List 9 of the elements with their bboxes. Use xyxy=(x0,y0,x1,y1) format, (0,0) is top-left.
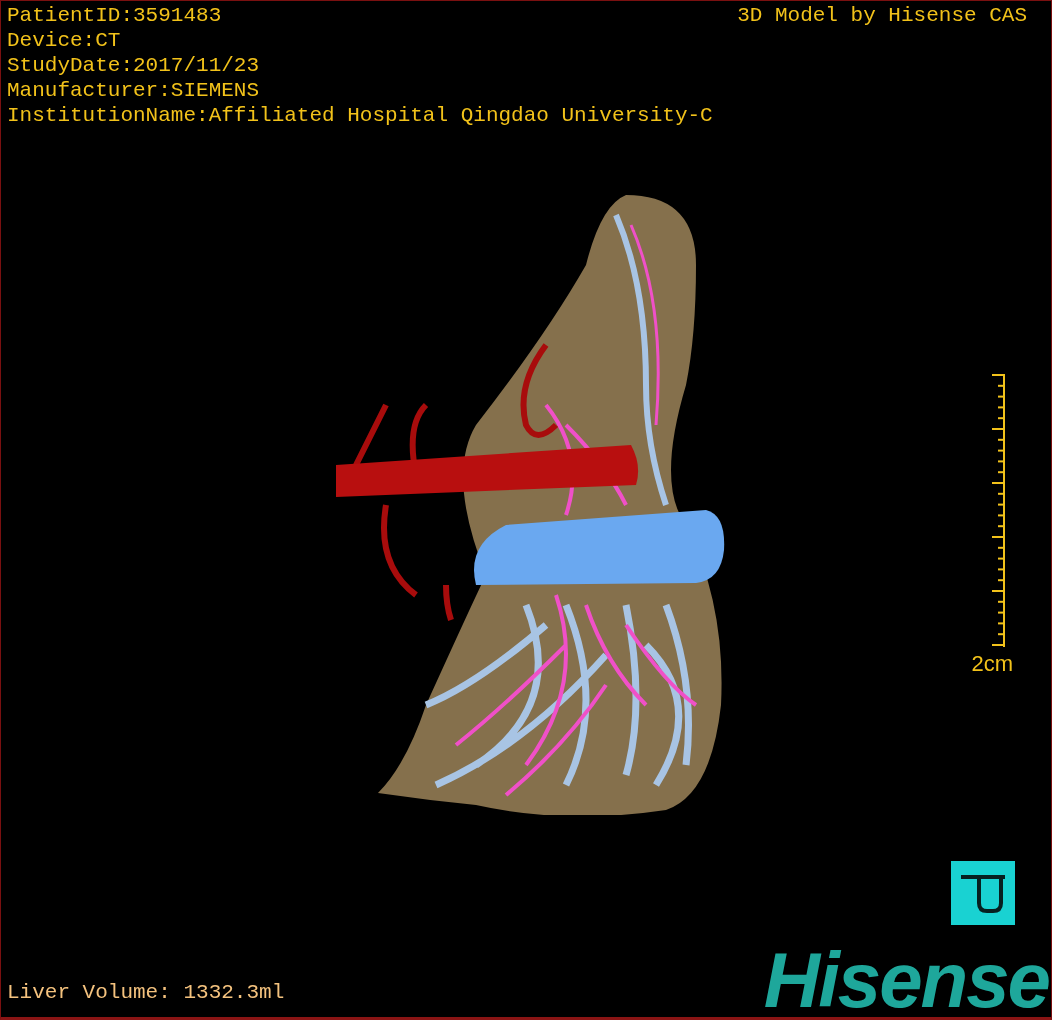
liver-volume-text: Liver Volume: 1332.3ml xyxy=(7,980,285,1006)
brand-logo: Hisense xyxy=(763,947,1049,1013)
study-info-text: Device:CT xyxy=(7,28,122,53)
study-info-text: Manufacturer:SIEMENS xyxy=(7,78,261,103)
study-info-text: PatientID:3591483 xyxy=(7,3,223,28)
scale-label: 2cm xyxy=(971,650,1013,677)
study-info-text: StudyDate:2017/11/23 xyxy=(7,53,261,78)
model-credit-text: 3D Model by Hisense CAS xyxy=(737,3,1027,29)
study-info-text: InstitutionName:Affiliated Hospital Qingdao University-C xyxy=(7,103,713,128)
